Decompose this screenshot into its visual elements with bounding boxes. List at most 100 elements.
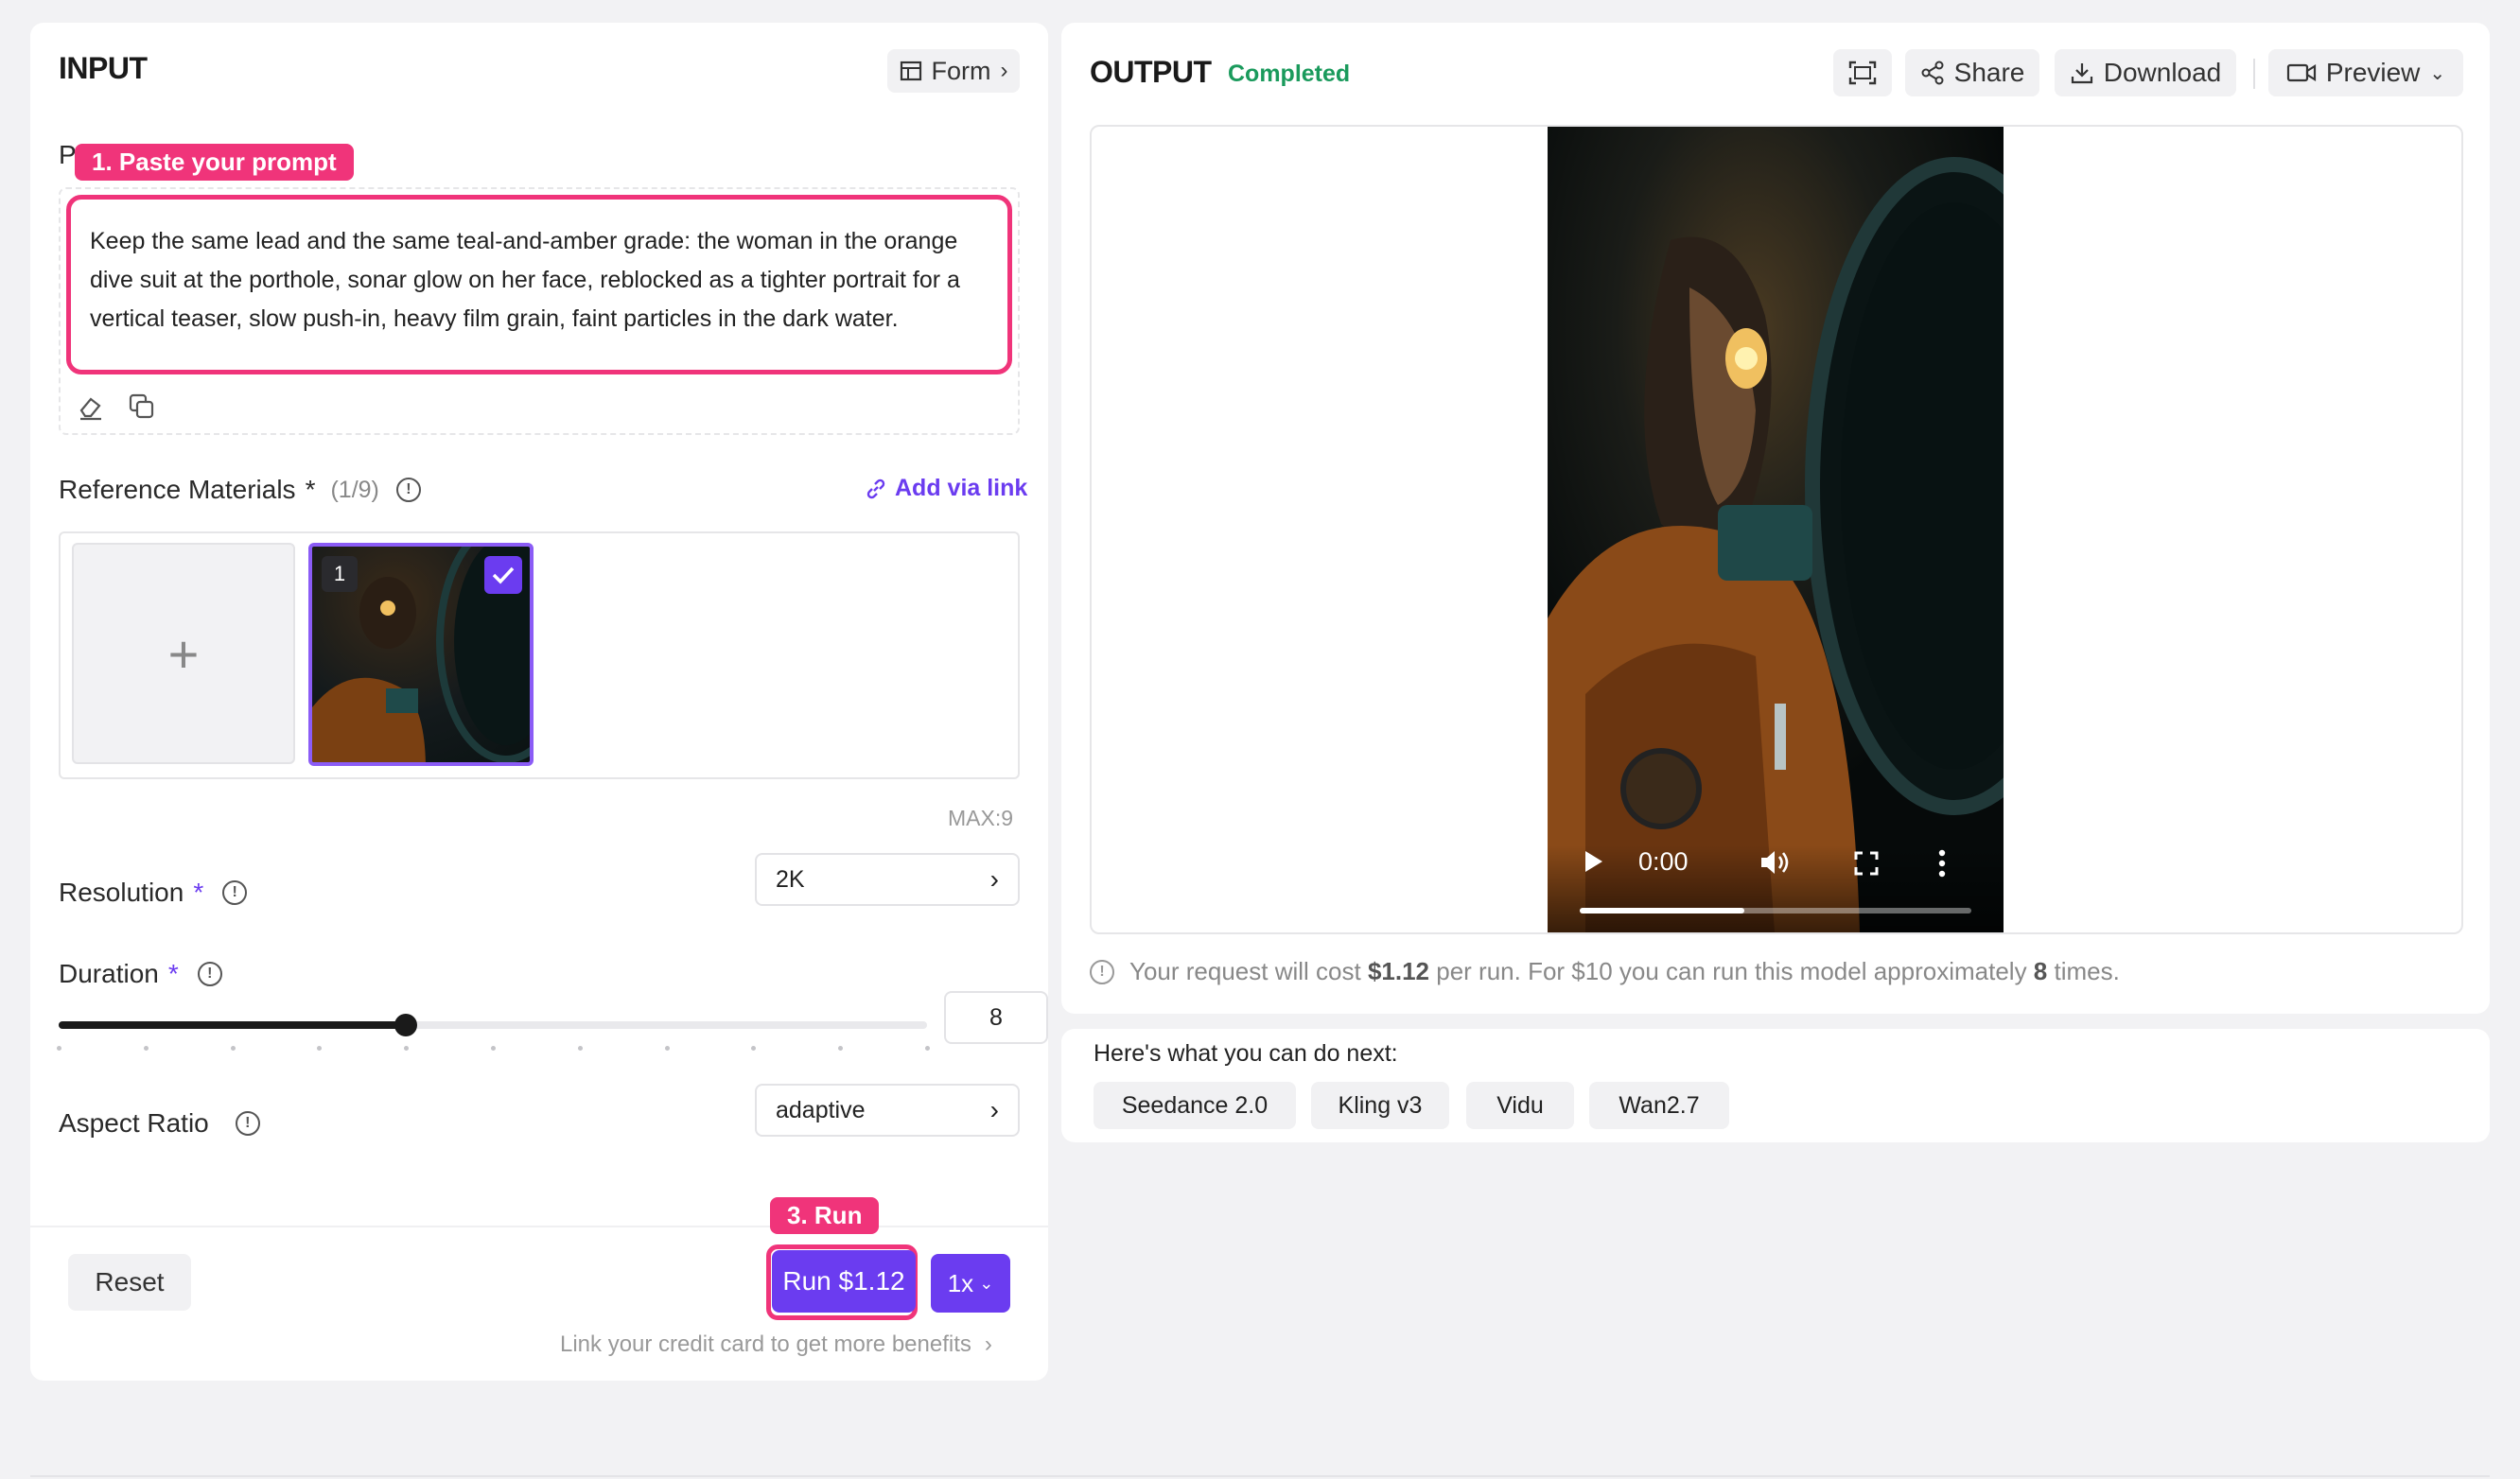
aspect-ratio-select[interactable]: adaptive › <box>755 1084 1020 1137</box>
required-mark: * <box>305 475 316 504</box>
form-view-button[interactable]: Form › <box>887 49 1020 93</box>
run-step-tag: 3. Run <box>770 1197 880 1234</box>
copy-icon[interactable] <box>127 392 157 426</box>
add-reference-button[interactable]: + <box>72 543 295 764</box>
prompt-text: Keep the same lead and the same teal-and… <box>90 228 960 332</box>
next-model-chip[interactable]: Wan2.7 <box>1589 1082 1729 1129</box>
eraser-icon[interactable] <box>76 392 106 426</box>
slider-tick <box>838 1046 844 1051</box>
aspect-header: Aspect Ratio ! <box>59 1108 260 1139</box>
share-icon <box>1921 61 1944 85</box>
duration-input[interactable]: 8 <box>944 991 1048 1044</box>
run-button[interactable]: Run $1.12 <box>772 1250 916 1313</box>
input-panel: INPUT Form › P 1. Paste your prompt Keep… <box>30 23 1048 1381</box>
thumbnail-index-badge: 1 <box>322 556 358 592</box>
credit-link-label: Link your credit card to get more benefi… <box>560 1331 971 1357</box>
prompt-textarea[interactable]: Keep the same lead and the same teal-and… <box>66 195 1012 374</box>
next-model-chip[interactable]: Kling v3 <box>1311 1082 1449 1129</box>
cost-prefix: Your request will cost <box>1129 957 1368 985</box>
slider-tick <box>751 1046 757 1051</box>
chevron-right-icon: › <box>984 1331 992 1357</box>
duration-label: Duration <box>59 959 159 988</box>
slider-tick <box>925 1046 930 1051</box>
cost-mid: per run. For $10 you can run this model … <box>1429 957 2034 985</box>
add-via-link-button[interactable]: Add via link <box>865 475 1027 502</box>
play-icon[interactable] <box>1584 849 1604 879</box>
video-progress-bar[interactable] <box>1580 908 1971 914</box>
add-via-link-label: Add via link <box>895 475 1028 501</box>
cost-text: Your request will cost $1.12 per run. Fo… <box>1129 957 2120 986</box>
video-player[interactable]: 0:00 <box>1548 127 2004 932</box>
resolution-value: 2K <box>776 865 805 893</box>
download-button[interactable]: Download <box>2055 49 2236 96</box>
duration-slider-thumb[interactable] <box>394 1014 418 1036</box>
volume-icon[interactable] <box>1759 849 1792 880</box>
cost-suffix: times. <box>2047 957 2120 985</box>
fullscreen-icon[interactable] <box>1854 851 1879 880</box>
resolution-select[interactable]: 2K › <box>755 853 1020 906</box>
fullscreen-button[interactable] <box>1833 49 1892 96</box>
output-panel: OUTPUT Completed Share Download Preview … <box>1061 23 2490 1014</box>
video-progress-fill <box>1580 908 1744 914</box>
next-steps-title: Here's what you can do next: <box>1094 1040 1398 1067</box>
slider-tick <box>577 1046 583 1051</box>
next-steps-panel: Here's what you can do next: Seedance 2.… <box>1061 1029 2490 1142</box>
prompt-step-tag: 1. Paste your prompt <box>75 144 354 181</box>
reference-thumbnail[interactable]: 1 <box>308 543 534 766</box>
divider <box>30 1226 1048 1227</box>
reset-button[interactable]: Reset <box>68 1254 191 1311</box>
resolution-header: Resolution * ! <box>59 878 248 908</box>
time-display: 0:00 <box>1638 847 1689 876</box>
more-options-icon[interactable] <box>1937 849 1947 882</box>
form-label: Form <box>931 56 991 85</box>
info-icon: ! <box>1090 959 1114 984</box>
next-model-chip[interactable]: Seedance 2.0 <box>1094 1082 1296 1129</box>
expand-icon <box>1848 61 1877 85</box>
download-icon <box>2071 63 2092 84</box>
duration-slider-fill <box>59 1021 407 1029</box>
selected-checkbox[interactable] <box>484 556 522 594</box>
multiplier-value: 1x <box>947 1268 974 1297</box>
info-icon[interactable]: ! <box>235 1111 260 1136</box>
chevron-right-icon: › <box>989 1095 999 1124</box>
info-icon[interactable]: ! <box>197 962 222 986</box>
output-title: OUTPUT <box>1090 55 1212 89</box>
run-multiplier-dropdown[interactable]: 1x ⌄ <box>931 1254 1010 1313</box>
slider-tick <box>664 1046 670 1051</box>
info-icon[interactable]: ! <box>222 880 248 905</box>
video-camera-icon <box>2286 63 2316 82</box>
plus-icon: + <box>167 623 200 684</box>
reference-count: (1/9) <box>330 476 379 503</box>
chevron-right-icon: › <box>989 864 999 894</box>
chevron-down-icon: ⌄ <box>2429 62 2446 84</box>
video-frame-image <box>1548 127 2004 932</box>
status-badge: Completed <box>1228 61 1351 87</box>
preview-dropdown[interactable]: Preview ⌄ <box>2268 49 2463 96</box>
prompt-label: P <box>59 140 77 169</box>
slider-tick <box>143 1046 149 1051</box>
aspect-ratio-label: Aspect Ratio <box>59 1108 209 1138</box>
chevron-right-icon: › <box>1000 58 1008 83</box>
slider-tick <box>57 1046 61 1051</box>
chevron-down-icon: ⌄ <box>979 1273 994 1293</box>
share-label: Share <box>1953 58 2025 87</box>
input-title: INPUT <box>59 51 148 85</box>
duration-value: 8 <box>989 1003 1003 1031</box>
duration-slider-track[interactable] <box>59 1021 927 1029</box>
reference-header: Reference Materials * (1/9) ! <box>59 475 421 505</box>
info-icon[interactable]: ! <box>395 478 421 502</box>
slider-tick <box>491 1046 496 1051</box>
slider-tick <box>317 1046 323 1051</box>
preview-label: Preview <box>2325 58 2421 87</box>
link-icon <box>866 478 885 498</box>
aspect-ratio-value: adaptive <box>776 1096 866 1123</box>
run-label: Run $1.12 <box>782 1266 905 1296</box>
credit-card-link[interactable]: Link your credit card to get more benefi… <box>560 1331 992 1358</box>
next-model-chip[interactable]: Vidu <box>1466 1082 1574 1129</box>
required-mark: * <box>193 878 204 907</box>
share-button[interactable]: Share <box>1905 49 2039 96</box>
cost-notice: ! Your request will cost $1.12 per run. … <box>1090 957 2120 986</box>
reference-label: Reference Materials <box>59 475 296 504</box>
table-icon <box>900 61 921 81</box>
download-label: Download <box>2103 58 2222 87</box>
